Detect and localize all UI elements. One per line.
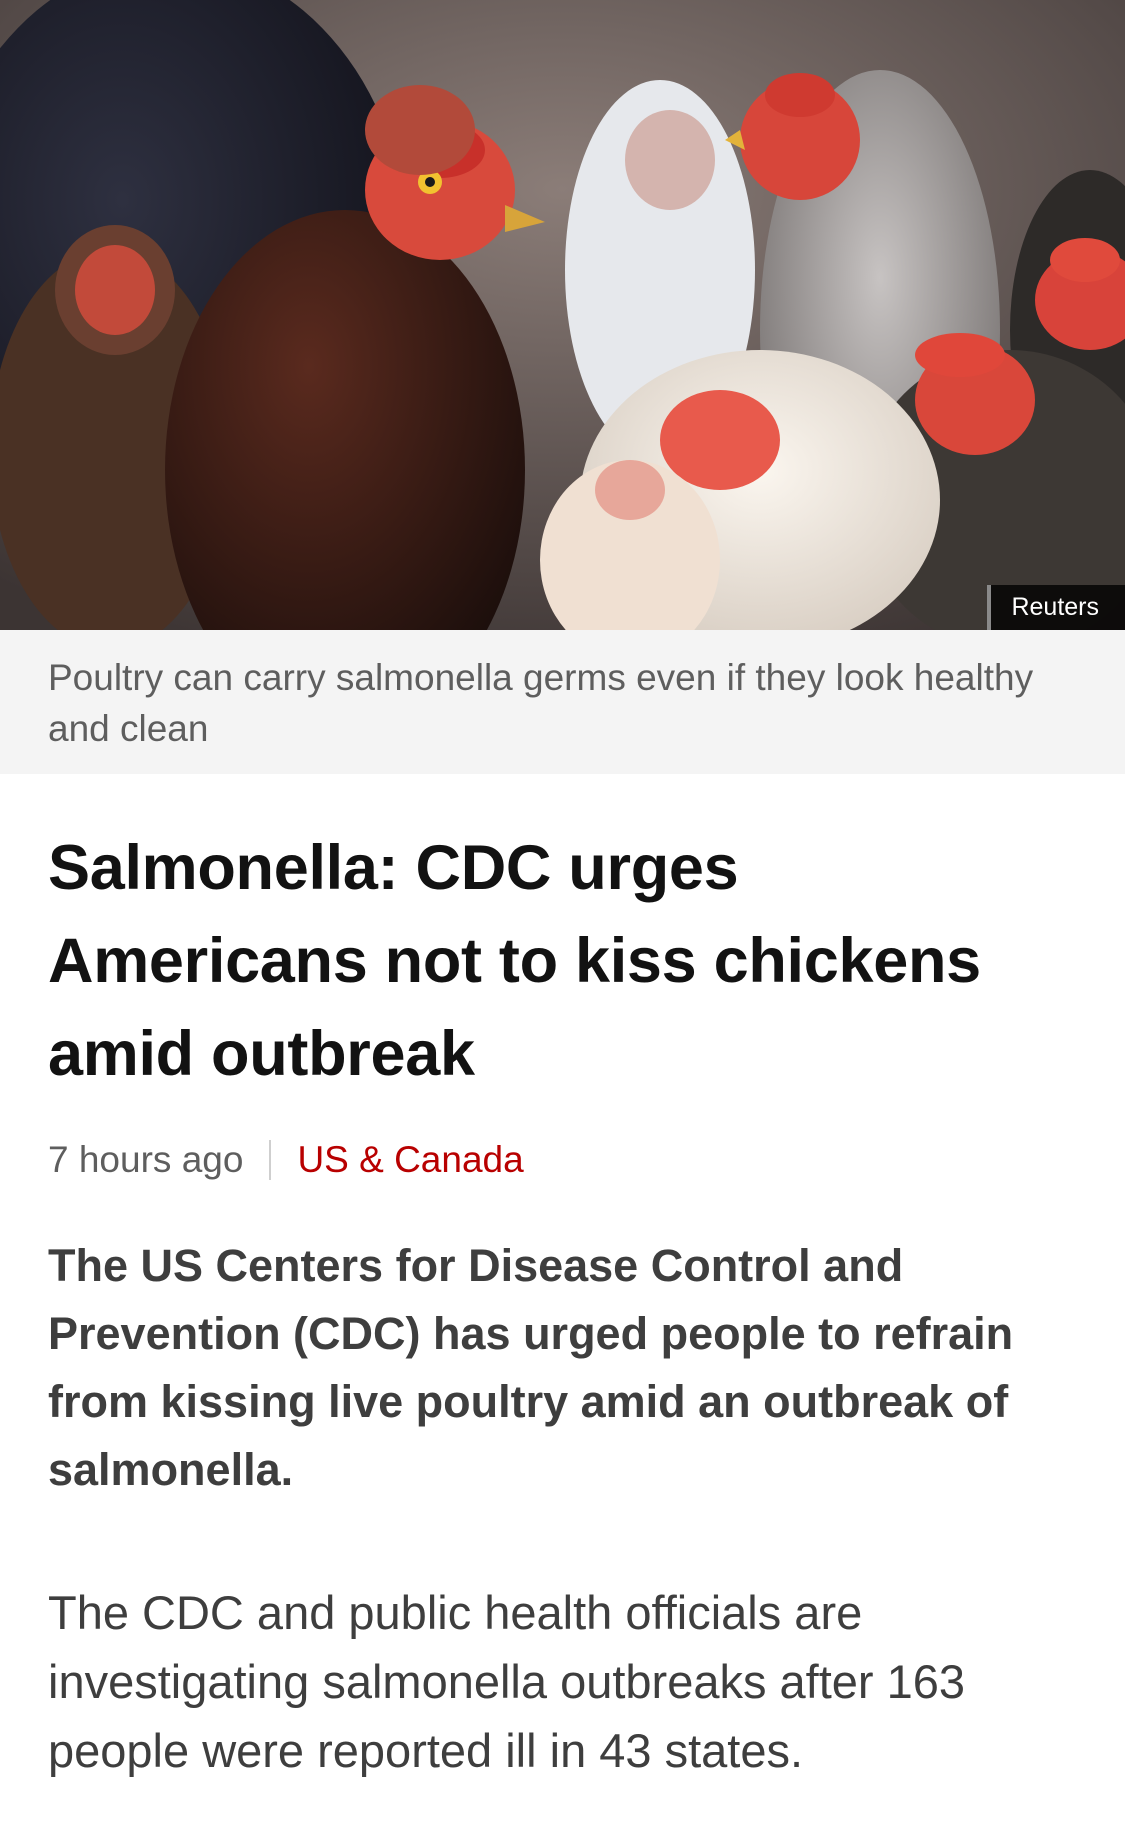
meta-divider: [269, 1140, 272, 1180]
section-link-us-canada[interactable]: US & Canada: [297, 1135, 523, 1185]
article-lead: The US Centers for Disease Control and P…: [48, 1240, 1014, 1495]
hero-image: Reuters: [0, 0, 1125, 630]
article-headline: Salmonella: CDC urges Americans not to k…: [48, 833, 981, 1089]
photo-credit: Reuters: [987, 585, 1125, 630]
article-paragraph: The CDC and public health officials are …: [48, 1586, 966, 1777]
chickens-photo: [0, 0, 1125, 630]
article-meta: 7 hours ago US & Canada: [48, 1135, 524, 1185]
timestamp: 7 hours ago: [48, 1139, 244, 1180]
image-caption: Poultry can carry salmonella germs even …: [0, 630, 1125, 774]
